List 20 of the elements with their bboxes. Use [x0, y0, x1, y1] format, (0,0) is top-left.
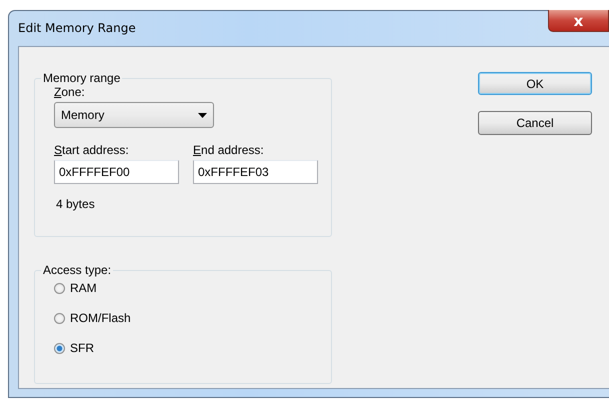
zone-label: Zone: [54, 85, 86, 99]
size-text: 4 bytes [56, 197, 96, 211]
dropdown-arrow-icon [198, 112, 207, 118]
dialog-button[interactable]: Cancel [478, 111, 592, 135]
radio-button[interactable] [54, 342, 65, 354]
zone-dropdown[interactable]: Memory [54, 102, 214, 128]
end-address-label: End address: [193, 143, 265, 157]
group-title: Memory range [42, 71, 122, 85]
start-address-label: Start address: [54, 143, 130, 157]
radio-label: SFR [70, 341, 94, 355]
radio-label: RAM [70, 281, 97, 295]
group-title: Access type: [42, 263, 112, 277]
radio-button[interactable] [54, 312, 65, 324]
window-title: Edit Memory Range [18, 21, 136, 35]
end-address-field[interactable]: 0xFFFFEF03 [193, 160, 318, 184]
radio-label: ROM/Flash [70, 311, 131, 325]
start-address-field[interactable]: 0xFFFFEF00 [54, 160, 179, 184]
radio-button[interactable] [54, 282, 65, 294]
dialog-button[interactable]: OK [478, 72, 592, 95]
close-button[interactable]: x [548, 10, 609, 32]
